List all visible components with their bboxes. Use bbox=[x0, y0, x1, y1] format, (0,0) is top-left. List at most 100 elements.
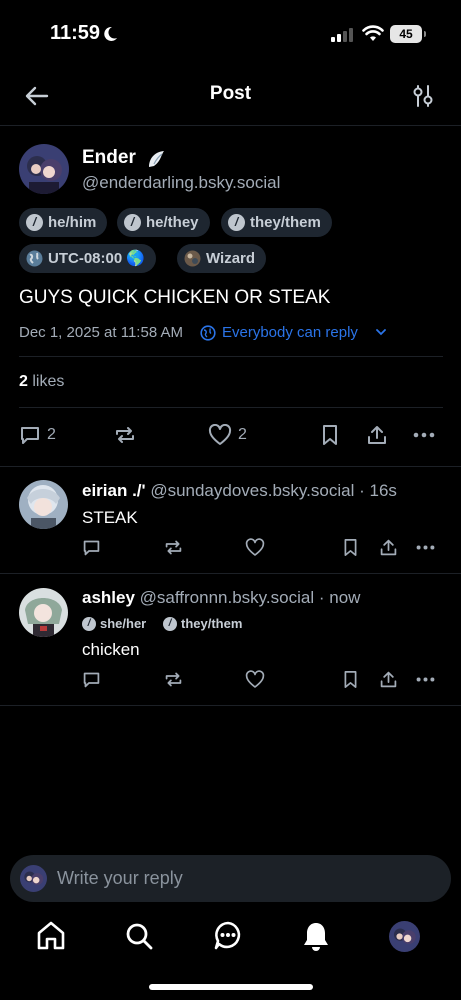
more-button[interactable] bbox=[412, 424, 436, 446]
reply-avatar[interactable] bbox=[19, 588, 68, 637]
profile-avatar[interactable] bbox=[389, 921, 420, 952]
like-count: 2 bbox=[238, 426, 247, 443]
reply-avatar[interactable] bbox=[19, 480, 68, 529]
comment-icon bbox=[83, 540, 100, 556]
tag-label: they/them bbox=[181, 616, 243, 631]
reply-count: 2 bbox=[47, 426, 56, 443]
globe-icon bbox=[200, 325, 216, 341]
repost-icon bbox=[165, 672, 182, 687]
comment-icon bbox=[21, 427, 39, 444]
author-handle[interactable]: @enderdarling.bsky.social bbox=[82, 173, 280, 193]
reply-header[interactable]: eirian ./' @sundaydoves.bsky.social · 16… bbox=[82, 481, 397, 501]
share-button[interactable] bbox=[379, 670, 398, 689]
reply-composer[interactable]: Write your reply bbox=[10, 855, 451, 902]
divider bbox=[0, 705, 461, 706]
chevron-down-icon bbox=[376, 329, 386, 336]
reply-time: now bbox=[329, 588, 361, 607]
reply-time: 16s bbox=[369, 481, 397, 500]
share-button[interactable] bbox=[379, 538, 398, 557]
repost-button[interactable] bbox=[164, 670, 183, 689]
tag-label: she/her bbox=[100, 616, 147, 631]
more-button[interactable] bbox=[415, 670, 436, 689]
likes-count: 2 bbox=[19, 373, 28, 390]
author-avatar[interactable] bbox=[19, 144, 69, 194]
more-icon bbox=[416, 677, 435, 682]
status-time: 11:59 bbox=[50, 22, 101, 44]
like-button[interactable] bbox=[245, 538, 265, 557]
heart-icon bbox=[245, 538, 265, 556]
share-icon bbox=[380, 539, 397, 556]
reply-author-handle: @sundaydoves.bsky.social bbox=[150, 481, 355, 500]
more-button[interactable] bbox=[415, 538, 436, 557]
bookmark-icon bbox=[344, 671, 357, 688]
reply-button[interactable]: 2 bbox=[19, 424, 56, 446]
wifi-icon bbox=[362, 25, 384, 41]
page-title: Post bbox=[209, 83, 252, 104]
like-button[interactable] bbox=[245, 670, 265, 689]
pronoun-tag: she/her bbox=[82, 616, 146, 631]
battery-indicator: 45 bbox=[390, 25, 426, 43]
repost-button[interactable] bbox=[164, 538, 183, 557]
reply-author-name: eirian ./' bbox=[82, 481, 146, 500]
bookmark-icon bbox=[344, 539, 357, 556]
reply-button[interactable] bbox=[82, 538, 101, 557]
share-icon bbox=[380, 671, 397, 688]
status-bar: 11:59 45 bbox=[0, 0, 461, 70]
bookmark-button[interactable] bbox=[342, 538, 359, 557]
tag-label: they/them bbox=[250, 214, 321, 231]
more-icon bbox=[413, 432, 435, 438]
share-icon bbox=[368, 426, 386, 444]
share-button[interactable] bbox=[366, 424, 388, 446]
divider bbox=[0, 466, 461, 467]
wing-icon bbox=[149, 151, 164, 167]
pronoun-tag: he/him bbox=[19, 208, 108, 237]
likes-label: likes bbox=[32, 373, 65, 390]
reply-author-handle: @saffronnn.bsky.social bbox=[139, 588, 315, 607]
tag-label: Wizard bbox=[206, 250, 256, 267]
more-icon bbox=[416, 545, 435, 550]
role-tag: Wizard bbox=[177, 244, 267, 273]
bell-icon[interactable] bbox=[301, 920, 331, 952]
composer-avatar bbox=[20, 865, 47, 892]
likes-summary[interactable]: 2 likes bbox=[19, 373, 64, 391]
bookmark-icon bbox=[323, 425, 337, 445]
slash-icon bbox=[124, 214, 141, 231]
signal-icon bbox=[331, 28, 353, 42]
reply-text: chicken bbox=[82, 640, 140, 659]
moon-icon bbox=[104, 26, 117, 41]
home-icon[interactable] bbox=[36, 920, 66, 952]
repost-button[interactable] bbox=[114, 424, 136, 446]
composer-placeholder: Write your reply bbox=[57, 868, 183, 888]
post-text: GUYS QUICK CHICKEN OR STEAK bbox=[19, 287, 331, 308]
reply-setting-label: Everybody can reply bbox=[222, 324, 358, 341]
bookmark-button[interactable] bbox=[342, 670, 359, 689]
slash-icon bbox=[228, 214, 245, 231]
post-date: Dec 1, 2025 at 11:58 AM bbox=[19, 324, 183, 341]
search-icon[interactable] bbox=[124, 920, 154, 952]
sliders-icon[interactable] bbox=[410, 83, 436, 109]
divider bbox=[19, 356, 443, 357]
slash-icon bbox=[82, 617, 96, 631]
home-indicator bbox=[149, 984, 313, 990]
like-button[interactable]: 2 bbox=[208, 424, 247, 446]
slash-icon bbox=[26, 214, 43, 231]
globe-icon bbox=[26, 250, 43, 267]
top-header: Post bbox=[0, 70, 461, 126]
bookmark-button[interactable] bbox=[320, 424, 340, 446]
tag-label: he/they bbox=[146, 214, 199, 231]
tag-label: he/him bbox=[48, 214, 97, 231]
pronoun-tag: he/they bbox=[117, 208, 210, 237]
reply-button[interactable] bbox=[82, 670, 101, 689]
reply-header[interactable]: ashley @saffronnn.bsky.social · now bbox=[82, 588, 360, 608]
repost-icon bbox=[116, 427, 134, 443]
chat-icon[interactable] bbox=[213, 920, 243, 952]
repost-icon bbox=[165, 540, 182, 555]
reply-author-name: ashley bbox=[82, 588, 135, 607]
divider bbox=[19, 407, 443, 408]
author-name[interactable]: Ender bbox=[82, 147, 136, 169]
timezone-tag: UTC-08:00 🌎 bbox=[19, 244, 157, 273]
separator-dot: · bbox=[318, 588, 325, 607]
heart-icon bbox=[208, 424, 232, 445]
pronoun-tag: they/them bbox=[163, 616, 242, 631]
divider bbox=[0, 573, 461, 574]
